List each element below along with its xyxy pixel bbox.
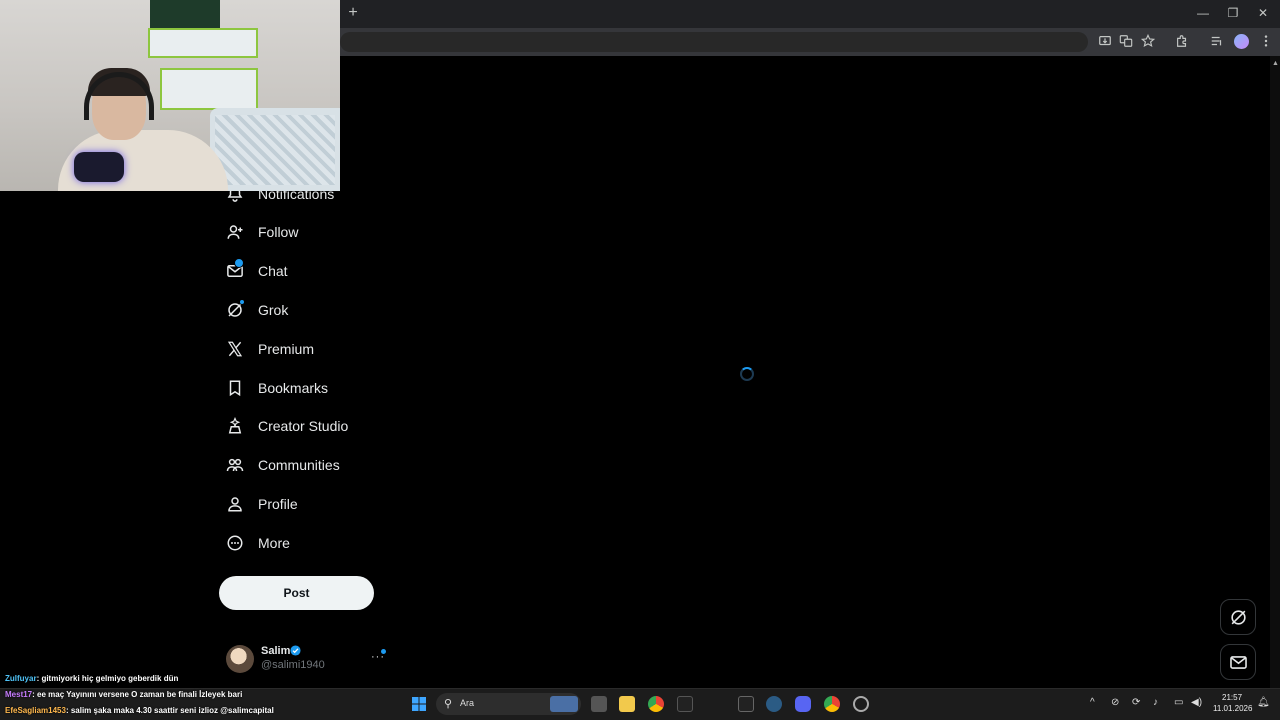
chat-text: : salim şaka maka 4.30 saattir seni izli… [65, 706, 274, 715]
nav-label: Bookmarks [258, 380, 329, 396]
chat-username: Mest17 [5, 690, 33, 699]
nav-communities[interactable]: Communities [226, 451, 340, 479]
discord-icon[interactable] [795, 696, 811, 712]
x-logo-icon [227, 341, 243, 357]
person-add-icon [227, 225, 243, 239]
nav-label: Profile [258, 496, 298, 512]
taskbar-clock-date[interactable]: 11.01.2026 [1213, 704, 1252, 713]
grok-float-button[interactable] [1220, 599, 1256, 635]
close-window-button[interactable]: ✕ [1248, 4, 1278, 22]
person-icon [228, 497, 242, 512]
tray-mic-icon[interactable]: ♪ [1153, 697, 1158, 708]
avatar [226, 645, 254, 673]
volume-icon[interactable]: ◀) [1191, 697, 1202, 708]
taskbar-clock-time[interactable]: 21:57 [1222, 693, 1242, 702]
nav-follow[interactable]: Follow [226, 218, 298, 246]
windows-start-icon[interactable] [411, 696, 427, 712]
chat-message: Zulfuyar: gitmiyorki hiç gelmiyo geberdi… [5, 674, 178, 683]
translate-icon[interactable] [1118, 34, 1134, 50]
nav-label: Chat [258, 263, 288, 279]
browser-profile-avatar[interactable] [1234, 34, 1249, 49]
network-icon[interactable]: ▭ [1174, 697, 1183, 708]
wall-shelf [160, 68, 258, 110]
chat-text: : gitmiyorki hiç gelmiyo geberdik dün [36, 674, 179, 683]
loading-spinner-icon [740, 367, 754, 381]
search-highlight-icon[interactable] [550, 696, 578, 712]
communities-icon [226, 458, 244, 472]
nav-premium[interactable]: Premium [226, 335, 314, 363]
nav-label: More [258, 535, 290, 551]
search-icon: ⚲ [444, 698, 453, 710]
maximize-button[interactable]: ❐ [1218, 4, 1248, 22]
grok-icon-wrapper [226, 299, 245, 319]
more-circle-icon [227, 535, 243, 551]
verified-badge-icon [290, 645, 301, 656]
envelope-icon [1229, 655, 1247, 669]
nav-label: Creator Studio [258, 418, 349, 434]
bed-blanket [215, 115, 335, 185]
envelope-icon-wrapper [226, 258, 244, 280]
bookmark-icon [229, 380, 241, 397]
nav-profile[interactable]: Profile [226, 490, 298, 518]
nav-creator-studio[interactable]: Creator Studio [226, 412, 348, 440]
grok-icon [1230, 609, 1246, 625]
chrome-icon[interactable] [824, 696, 840, 712]
account-notification-dot [381, 649, 386, 654]
chat-notification-badge [234, 258, 244, 268]
grok-notification-dot [239, 299, 245, 305]
chat-username: Zulfuyar [5, 674, 37, 683]
microphone [74, 152, 124, 182]
new-tab-button[interactable]: + [344, 4, 362, 22]
bookmark-star-icon[interactable] [1140, 33, 1156, 50]
app-icon[interactable] [738, 696, 754, 712]
task-view-icon[interactable] [591, 696, 607, 712]
shelf-boxes [150, 0, 220, 28]
nav-grok[interactable]: Grok [226, 296, 288, 324]
webcam-overlay [0, 0, 340, 191]
chat-username: EfeSagliam1453 [5, 706, 66, 715]
browser-menu-icon[interactable] [1258, 34, 1274, 50]
file-explorer-icon[interactable] [619, 696, 635, 712]
chat-message: Mest17: ee maç Yayınını versene O zaman … [5, 690, 242, 699]
chat-text: : ee maç Yayınını versene O zaman be fin… [32, 690, 243, 699]
search-input[interactable]: Ara [460, 698, 474, 708]
extensions-icon[interactable] [1174, 34, 1190, 50]
nav-bookmarks[interactable]: Bookmarks [226, 374, 328, 402]
nav-more[interactable]: More [226, 529, 290, 557]
scroll-up-arrow-icon[interactable]: ▲ [1272, 60, 1280, 68]
notification-bell-icon[interactable]: 🔔︎ [1257, 697, 1270, 708]
media-controls-icon[interactable] [1209, 34, 1225, 50]
app-icon[interactable] [853, 696, 869, 712]
messages-float-button[interactable] [1220, 644, 1256, 680]
app-icon[interactable] [766, 696, 782, 712]
app-icon[interactable] [677, 696, 693, 712]
address-bar[interactable] [340, 32, 1088, 52]
install-app-icon[interactable] [1097, 34, 1113, 50]
nav-label: Grok [258, 302, 289, 318]
tray-chevron-icon[interactable]: ^ [1090, 697, 1095, 708]
wall-shelf [148, 28, 258, 58]
page-scrollbar[interactable] [1270, 56, 1280, 688]
account-switcher[interactable]: Salim @salimi1940 ··· [226, 643, 388, 675]
nav-label: Communities [258, 457, 340, 473]
creator-studio-icon [228, 417, 242, 434]
post-button[interactable]: Post [219, 576, 374, 610]
tray-sync-icon[interactable]: ⟳ [1132, 697, 1140, 708]
nav-label: Follow [258, 224, 299, 240]
nav-chat[interactable]: Chat [226, 257, 288, 285]
tray-app-icon[interactable]: ⊘ [1111, 697, 1119, 708]
account-name: Salim [261, 645, 291, 657]
chrome-icon[interactable] [648, 696, 664, 712]
chat-message: EfeSagliam1453: salim şaka maka 4.30 saa… [5, 706, 274, 715]
minimize-button[interactable]: — [1188, 4, 1218, 22]
account-handle: @salimi1940 [261, 659, 325, 671]
nav-label: Premium [258, 341, 315, 357]
